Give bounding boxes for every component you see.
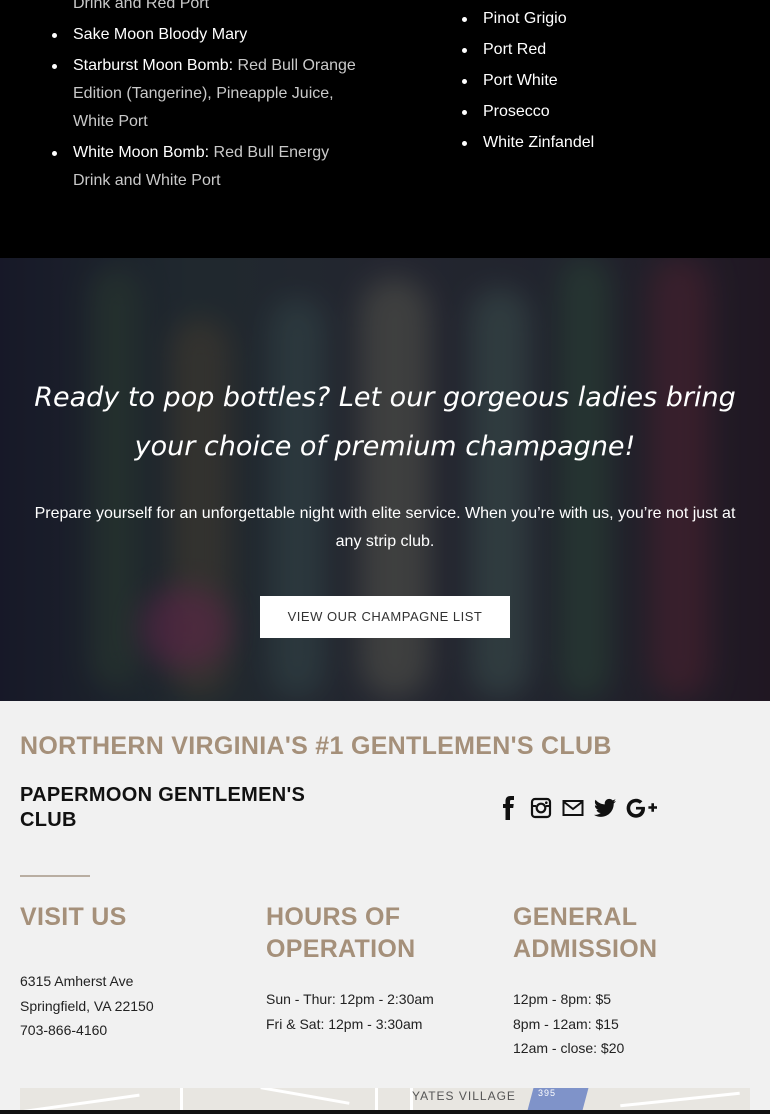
champagne-banner: Ready to pop bottles? Let our gorgeous l… — [0, 258, 770, 701]
admission-line: 8pm - 12am: $15 — [513, 1015, 619, 1032]
cocktail-list: Drink and Red Port Sake Moon Bloody Mary… — [52, 0, 358, 198]
admission-heading: GENERAL ADMISSION — [513, 903, 658, 963]
club-name: PAPERMOON GENTLEMEN'S CLUB — [20, 784, 306, 831]
list-item: Sake Moon Bloody Mary — [52, 21, 358, 49]
visit-us-heading: VISIT US — [20, 903, 127, 931]
drink-name: White Moon Bomb: — [73, 144, 210, 161]
drink-name: Sake Moon Bloody Mary — [73, 26, 248, 43]
list-item: Prosecco — [462, 98, 743, 126]
hours-column: HOURS OF OPERATION Sun - Thur: 12pm - 2:… — [266, 901, 466, 1036]
highway-number: 395 — [538, 1088, 557, 1098]
drinks-section: Drink and Red Port Sake Moon Bloody Mary… — [0, 0, 770, 258]
footer: NORTHERN VIRGINIA'S #1 GENTLEMEN'S CLUB … — [0, 701, 770, 1114]
list-item: White Zinfandel — [462, 129, 743, 157]
divider — [20, 875, 90, 877]
list-item: Drink and Red Port — [73, 0, 358, 18]
list-item: White Moon Bomb: Red Bull Energy Drink a… — [52, 139, 358, 195]
banner-heading: Ready to pop bottles? Let our gorgeous l… — [34, 382, 736, 462]
hours-line: Fri & Sat: 12pm - 3:30am — [266, 1015, 423, 1032]
map-label: YATES VILLAGE — [412, 1089, 516, 1103]
drink-name: Starburst Moon Bomb: — [73, 57, 234, 74]
address-line: 6315 Amherst Ave — [20, 973, 134, 989]
hours-line: Sun - Thur: 12pm - 2:30am — [266, 991, 434, 1007]
admission-column: GENERAL ADMISSION 12pm - 8pm: $5 8pm - 1… — [513, 901, 713, 1061]
bottom-edge — [0, 1110, 770, 1114]
map-road — [620, 1091, 740, 1108]
list-item: Pinot Grigio — [462, 5, 743, 33]
facebook-icon[interactable] — [498, 796, 520, 825]
google-plus-icon[interactable] — [626, 797, 658, 824]
drink-description: Drink and Red Port — [73, 0, 210, 12]
visit-us-column: VISIT US 6315 Amherst Ave Springfield, V… — [20, 901, 250, 1043]
hours-heading: HOURS OF OPERATION — [266, 903, 416, 963]
list-item: Starburst Moon Bomb: Red Bull Orange Edi… — [52, 52, 358, 136]
footer-tagline: NORTHERN VIRGINIA'S #1 GENTLEMEN'S CLUB — [20, 732, 612, 760]
admission-line: 12pm - 8pm: $5 — [513, 991, 612, 1007]
list-item: Port Red — [462, 36, 743, 64]
list-item: Port White — [462, 67, 743, 95]
instagram-icon[interactable] — [530, 797, 552, 824]
address-line: Springfield, VA 22150 — [20, 997, 154, 1014]
banner-text: Prepare yourself for an unforgettable ni… — [34, 505, 736, 550]
wine-list: Pinot Grigio Port Red Port White Prosecc… — [462, 5, 743, 160]
social-icons — [498, 796, 658, 825]
phone-number[interactable]: 703-866-4160 — [20, 1018, 250, 1043]
admission-line: 12am - close: $20 — [513, 1040, 625, 1056]
view-champagne-list-button[interactable]: VIEW OUR CHAMPAGNE LIST — [260, 596, 510, 638]
mail-icon[interactable] — [562, 799, 584, 822]
twitter-icon[interactable] — [594, 798, 616, 823]
map-road — [260, 1088, 350, 1105]
